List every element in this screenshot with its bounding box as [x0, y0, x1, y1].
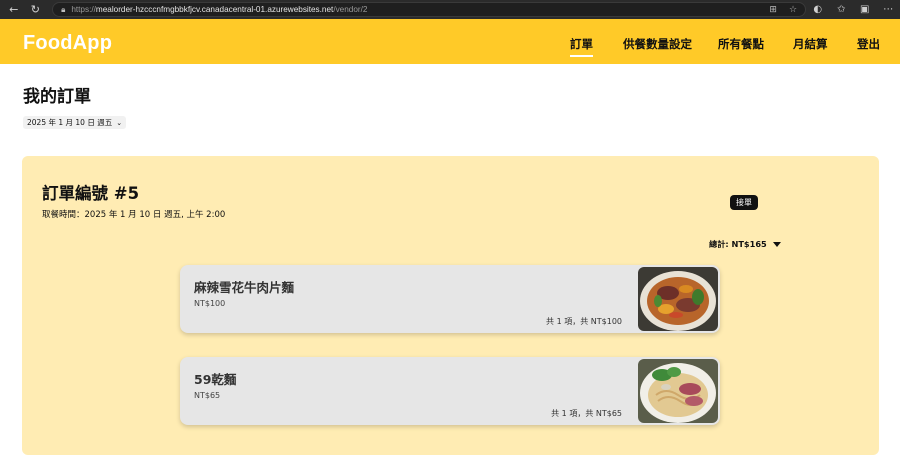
- item-name: 麻辣雪花牛肉片麵: [194, 280, 295, 295]
- nav-all-meals[interactable]: 所有餐點: [718, 36, 764, 52]
- brand-logo[interactable]: FoodApp: [23, 32, 112, 55]
- item-price: NT$100: [194, 299, 226, 308]
- chevron-down-icon: ⌄: [116, 118, 123, 127]
- back-arrow-icon[interactable]: ←: [3, 0, 25, 19]
- item-name: 59乾麵: [194, 372, 237, 387]
- accept-order-button[interactable]: 接單: [730, 195, 758, 210]
- collections-icon[interactable]: ▣: [853, 4, 876, 15]
- date-select[interactable]: 2025 年 1 月 10 日 週五 ⌄: [23, 116, 127, 129]
- page-title: 我的訂單: [23, 87, 91, 107]
- caret-down-icon: [772, 241, 781, 247]
- order-number: 訂單編號 #5: [42, 184, 140, 203]
- pickup-time: 取餐時間：2025 年 1 月 10 日 週五, 上午 2:00: [42, 210, 226, 220]
- nav-supply-settings[interactable]: 供餐數量設定: [623, 36, 692, 52]
- favorite-star-icon[interactable]: ☆: [789, 5, 797, 15]
- item-price: NT$65: [194, 391, 221, 400]
- lock-icon: 🔒︎: [61, 4, 66, 14]
- address-bar[interactable]: 🔒︎ https://mealorder-hzcccnfmgbbkfjcv.ca…: [52, 2, 807, 17]
- nav-monthly-settlement[interactable]: 月結算: [793, 36, 828, 52]
- order-item: 麻辣雪花牛肉片麵 NT$100 共 1 項，共 NT$100: [180, 265, 720, 333]
- order-total-toggle[interactable]: 總計: NT$165: [709, 238, 781, 250]
- app-header: FoodApp 訂單 供餐數量設定 所有餐點 月結算 登出: [0, 19, 900, 64]
- favorites-icon[interactable]: ✩: [830, 4, 853, 15]
- item-quantity-summary: 共 1 項，共 NT$100: [546, 317, 622, 326]
- app-grid-icon[interactable]: ⊞: [769, 5, 777, 15]
- date-select-value: 2025 年 1 月 10 日 週五: [27, 118, 113, 127]
- nav-logout[interactable]: 登出: [857, 36, 880, 52]
- browser-toolbar: ← ↻ 🔒︎ https://mealorder-hzcccnfmgbbkfjc…: [0, 0, 900, 19]
- order-total: 總計: NT$165: [709, 239, 767, 249]
- more-icon[interactable]: ⋯: [877, 4, 900, 15]
- url-text: https://mealorder-hzcccnfmgbbkfjcv.canad…: [71, 5, 368, 14]
- nav-orders[interactable]: 訂單: [570, 36, 593, 57]
- item-quantity-summary: 共 1 項，共 NT$65: [551, 409, 622, 418]
- order-item: 59乾麵 NT$65 共 1 項，共 NT$65: [180, 357, 720, 425]
- profile-icon[interactable]: ◐: [806, 4, 829, 15]
- dry-noodle-photo: [638, 359, 718, 423]
- reload-icon[interactable]: ↻: [25, 0, 47, 19]
- order-card: 訂單編號 #5 取餐時間：2025 年 1 月 10 日 週五, 上午 2:00…: [22, 156, 879, 455]
- beef-noodle-photo: [638, 267, 718, 331]
